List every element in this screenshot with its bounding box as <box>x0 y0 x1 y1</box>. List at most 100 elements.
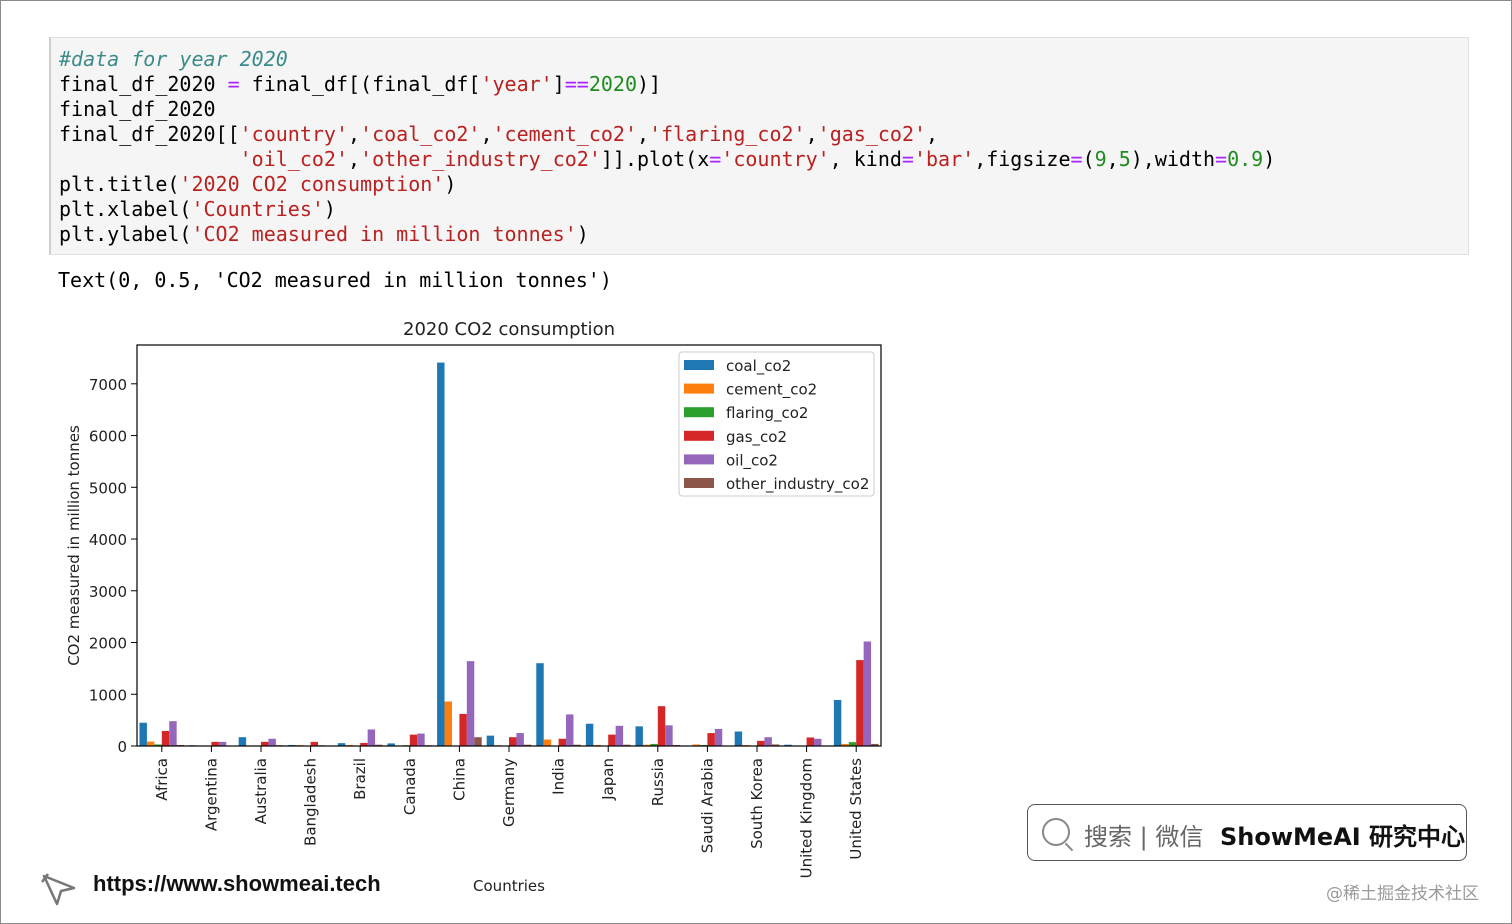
legend-swatch-flaring_co2 <box>684 407 714 418</box>
y-tick-label: 1000 <box>89 686 127 704</box>
bar-cement_co2 <box>543 739 552 746</box>
code-token: 'bar' <box>913 147 975 171</box>
x-tick-label: India <box>550 758 568 795</box>
cell-output-text: Text(0, 0.5, 'CO2 measured in million to… <box>58 268 612 292</box>
y-tick-label: 5000 <box>89 479 127 497</box>
code-token: , kind <box>829 147 902 171</box>
bar-oil_co2 <box>566 714 574 746</box>
code-token: 'coal_co2' <box>360 122 481 146</box>
code-token: == <box>564 72 589 96</box>
code-token: final_df[(final_df[ <box>239 72 481 96</box>
code-token: ] <box>552 72 565 96</box>
code-token: , <box>805 122 818 146</box>
code-cell[interactable]: #data for year 2020 final_df_2020 = final… <box>49 37 1469 255</box>
code-token: 'country' <box>721 147 830 171</box>
code-token: 'other_industry_co2' <box>360 147 601 171</box>
legend-swatch-oil_co2 <box>684 454 714 465</box>
code-token: = <box>1070 147 1083 171</box>
code-token: ) <box>1263 147 1276 171</box>
code-token: plt.ylabel( <box>59 222 192 246</box>
code-token: ]].plot(x <box>600 147 710 171</box>
code-token: ) <box>444 172 457 196</box>
code-token: 'cement_co2' <box>492 122 638 146</box>
y-tick-label: 4000 <box>89 531 127 549</box>
legend-label: cement_co2 <box>726 381 817 400</box>
bar-gas_co2 <box>459 713 467 746</box>
code-line: plt.ylabel('CO2 measured in million tonn… <box>59 222 589 247</box>
code-line: #data for year 2020 <box>59 47 288 72</box>
bar-cement_co2 <box>146 741 155 746</box>
bar-oil_co2 <box>714 728 723 746</box>
code-token: #data for year 2020 <box>59 47 288 71</box>
legend-label: flaring_co2 <box>726 404 808 423</box>
code-line: 'oil_co2','other_industry_co2']].plot(x=… <box>59 147 1276 172</box>
search-box[interactable]: 搜索 | 微信 ShowMeAI 研究中心 <box>1027 804 1467 861</box>
x-tick-label: Africa <box>153 758 171 801</box>
search-icon <box>1042 818 1070 846</box>
bar-gas_co2 <box>310 741 319 746</box>
x-tick-label: United Kingdom <box>798 758 816 878</box>
y-tick-label: 0 <box>117 738 127 756</box>
x-tick-label: United States <box>847 758 865 860</box>
code-token: = <box>709 147 722 171</box>
bar-coal_co2 <box>238 737 247 746</box>
x-tick-label: Canada <box>401 758 419 815</box>
bar-coal_co2 <box>833 699 842 746</box>
code-token: 2020 <box>588 72 638 96</box>
y-tick-label: 2000 <box>89 635 127 653</box>
bar-oil_co2 <box>814 738 822 746</box>
bar-coal_co2 <box>536 663 544 746</box>
bar-gas_co2 <box>509 737 517 746</box>
x-tick-label: Germany <box>500 758 518 827</box>
bar-gas_co2 <box>707 733 715 746</box>
code-token: 'oil_co2' <box>239 147 348 171</box>
bar-gas_co2 <box>608 734 616 746</box>
legend-swatch-cement_co2 <box>684 383 714 394</box>
bar-gas_co2 <box>558 738 567 746</box>
code-token: , <box>348 147 361 171</box>
code-token: plt.xlabel( <box>59 197 192 221</box>
bar-oil_co2 <box>764 737 772 746</box>
code-token: 0.9 <box>1227 147 1264 171</box>
code-token: 'CO2 measured in million tonnes' <box>191 222 577 246</box>
search-brand: ShowMeAI 研究中心 <box>1220 823 1466 851</box>
legend-swatch-coal_co2 <box>684 360 714 370</box>
bar-coal_co2 <box>139 722 147 746</box>
code-token: 5 <box>1118 147 1131 171</box>
code-token: final_df_2020 <box>59 97 216 121</box>
code-token: 'flaring_co2' <box>649 122 806 146</box>
bar-oil_co2 <box>417 733 425 746</box>
legend-swatch-gas_co2 <box>684 430 714 441</box>
x-tick-label: Australia <box>252 758 270 824</box>
bar-coal_co2 <box>635 726 643 746</box>
x-tick-label: South Korea <box>748 758 766 849</box>
footer-url[interactable]: https://www.showmeai.tech <box>93 871 381 897</box>
code-token: ) <box>576 222 589 246</box>
chart-title: 2020 CO2 consumption <box>403 319 615 340</box>
legend-swatch-other_industry_co2 <box>684 478 714 488</box>
code-token: '2020 CO2 consumption' <box>179 172 445 196</box>
code-token: )] <box>637 72 662 96</box>
bar-coal_co2 <box>486 735 495 746</box>
bar-coal_co2 <box>437 362 445 746</box>
y-tick-label: 3000 <box>89 583 127 601</box>
code-token: ( <box>1082 147 1095 171</box>
y-tick-label: 7000 <box>89 376 127 394</box>
bar-gas_co2 <box>261 741 269 746</box>
code-token: = <box>901 147 914 171</box>
code-line: final_df_2020 <box>59 97 216 122</box>
bar-oil_co2 <box>516 733 524 746</box>
x-tick-label: Bangladesh <box>302 758 320 846</box>
x-tick-label: Argentina <box>202 758 220 831</box>
bar-oil_co2 <box>268 738 276 746</box>
code-token: = <box>1215 147 1228 171</box>
code-token: final_df_2020[[ <box>59 122 240 146</box>
bar-oil_co2 <box>615 725 624 746</box>
bar-oil_co2 <box>863 641 872 746</box>
bar-gas_co2 <box>806 737 815 746</box>
search-prefix: 搜索 | 微信 <box>1084 823 1204 851</box>
legend-label: gas_co2 <box>726 428 787 447</box>
y-tick-label: 6000 <box>89 428 127 446</box>
code-line: final_df_2020 = final_df[(final_df['year… <box>59 72 661 97</box>
code-token: 'country' <box>239 122 348 146</box>
